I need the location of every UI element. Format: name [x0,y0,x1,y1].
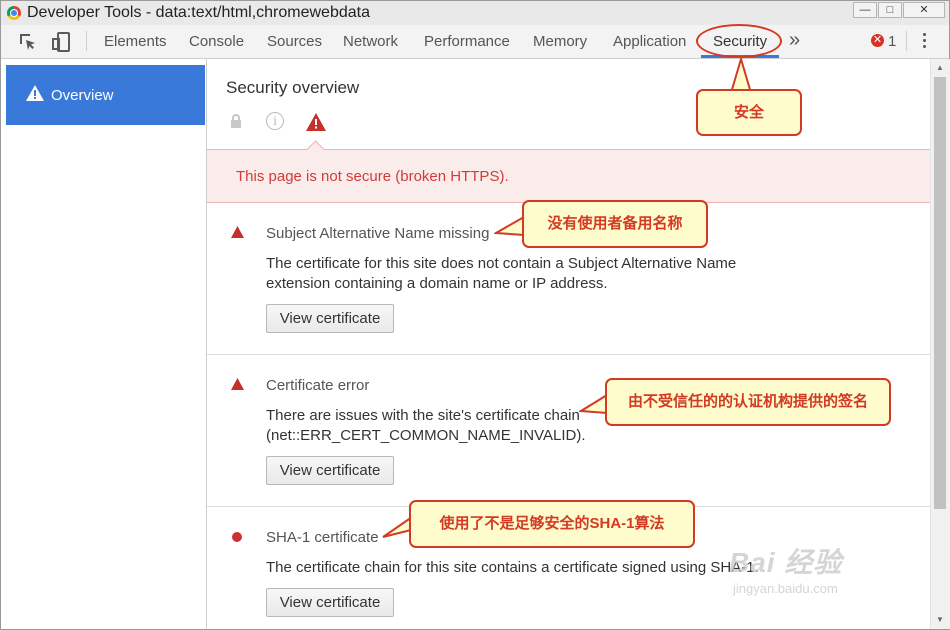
minimize-button[interactable]: — [853,2,877,18]
devtools-window: Developer Tools - data:text/html,chromew… [0,0,950,630]
security-sidebar: Overview [1,59,207,629]
scroll-thumb[interactable] [934,77,946,509]
toolbar-separator [86,31,87,51]
tab-memory[interactable]: Memory [533,33,587,50]
warning-icon [306,113,326,136]
tab-elements[interactable]: Elements [104,33,167,50]
tab-network[interactable]: Network [343,33,398,50]
devtools-toolbar: Elements Console Sources Network Perform… [1,25,949,59]
page-title: Security overview [226,78,360,97]
watermark-url: jingyan.baidu.com [733,581,838,596]
more-options-icon[interactable] [919,33,929,53]
sidebar-item-overview[interactable]: Overview [6,65,205,125]
warning-icon [231,377,244,395]
view-certificate-button[interactable]: View certificate [266,588,394,617]
security-tab-highlight-circle [696,24,782,58]
device-toolbar-icon[interactable] [51,32,71,52]
baidu-watermark: Bai 经验 jingyan.baidu.com [729,541,842,596]
tab-sources[interactable]: Sources [267,33,322,50]
view-certificate-button[interactable]: View certificate [266,456,394,485]
annotation-callout: 使用了不是足够安全的SHA-1算法 [409,500,695,548]
view-certificate-button[interactable]: View certificate [266,304,394,333]
warning-icon [26,85,44,106]
tab-performance[interactable]: Performance [424,33,510,50]
section-heading: SHA-1 certificate [266,529,379,546]
annotation-callout: 由不受信任的的认证机构提供的签名 [605,378,891,426]
section-heading: Certificate error [266,377,370,394]
tab-console[interactable]: Console [189,33,244,50]
close-button[interactable]: ✕ [903,2,945,18]
scroll-down-icon[interactable]: ▼ [936,615,944,624]
warning-icon [231,225,244,243]
lock-icon [230,114,242,133]
info-icon: i [266,112,284,130]
title-bar: Developer Tools - data:text/html,chromew… [1,1,949,25]
window-title: Developer Tools - data:text/html,chromew… [27,4,370,21]
banner-text: This page is not secure (broken HTTPS). [236,168,509,185]
watermark-brand: Bai 经验 [729,547,843,578]
annotation-callout: 安全 [696,89,802,136]
error-badge-icon[interactable]: ✕ [871,34,884,47]
section-heading: Subject Alternative Name missing [266,225,490,242]
inspect-element-icon[interactable] [18,32,38,52]
vertical-scrollbar[interactable]: ▲ ▼ [930,59,950,629]
tab-application[interactable]: Application [613,33,686,50]
restore-button[interactable]: □ [878,2,902,18]
section-description: The certificate chain for this site cont… [266,559,759,576]
section-description: The certificate for this site does not c… [266,255,737,292]
toolbar-separator [906,31,907,51]
red-dot-icon [232,532,242,542]
chrome-logo-icon [7,6,21,20]
sidebar-item-label: Overview [51,87,114,104]
more-tabs-button[interactable]: » [789,29,800,52]
scroll-up-icon[interactable]: ▲ [936,63,944,72]
annotation-callout: 没有使用者备用名称 [522,200,708,248]
error-count[interactable]: 1 [888,33,896,50]
